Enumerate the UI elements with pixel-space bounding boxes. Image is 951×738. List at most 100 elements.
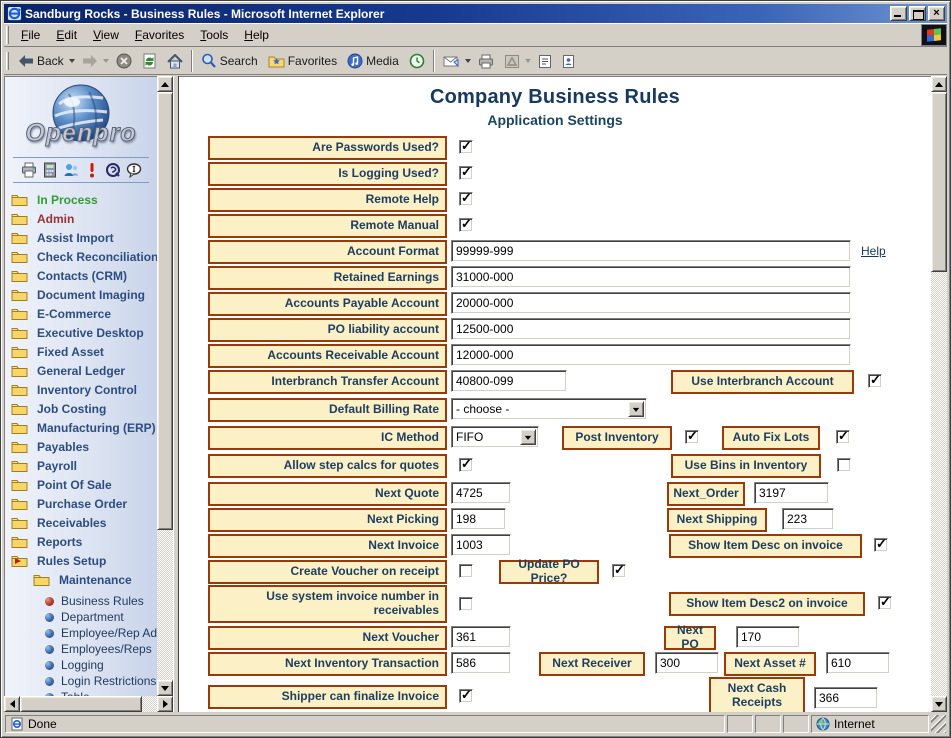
sidebar-bullet-item[interactable]: Employee/Rep Add <box>11 625 157 641</box>
sidebar-folder-item[interactable]: Check Reconciliation <box>11 247 157 266</box>
next-cash-receipts-input[interactable] <box>814 687 878 709</box>
next-asset-input[interactable] <box>826 652 890 674</box>
sidebar-bullet-item[interactable]: Department <box>11 609 157 625</box>
remote-manual-checkbox[interactable] <box>459 218 473 232</box>
query-icon[interactable] <box>105 162 121 178</box>
refresh-button[interactable] <box>137 49 162 73</box>
use-bins-checkbox[interactable] <box>837 458 851 472</box>
next-inventory-transaction-input[interactable] <box>451 652 511 674</box>
edit-button[interactable] <box>499 49 525 73</box>
sidebar-bullet-item[interactable]: Login Restrictions <box>11 673 157 689</box>
retained-earnings-input[interactable] <box>451 266 851 288</box>
history-button[interactable] <box>404 49 430 73</box>
next-receiver-input[interactable] <box>655 652 719 674</box>
account-format-input[interactable] <box>451 240 851 262</box>
dropdown-button[interactable] <box>520 429 536 445</box>
menu-item[interactable]: Tools <box>192 25 236 45</box>
maximize-button[interactable] <box>909 6 926 21</box>
are-passwords-used-checkbox[interactable] <box>459 140 473 154</box>
menu-item[interactable]: Help <box>236 25 277 45</box>
minimize-button[interactable] <box>890 6 907 21</box>
default-billing-rate-select[interactable]: - choose - <box>451 398 647 420</box>
favorites-button[interactable]: Favorites <box>263 49 342 73</box>
scroll-thumb[interactable] <box>157 92 173 530</box>
show-item-desc-checkbox[interactable] <box>874 538 888 552</box>
main-vertical-scrollbar[interactable] <box>931 76 947 712</box>
show-item-desc2-checkbox[interactable] <box>878 596 892 610</box>
sidebar-folder-item[interactable]: E-Commerce <box>11 304 157 323</box>
sidebar-folder-item[interactable]: Assist Import <box>11 228 157 247</box>
sidebar-bullet-item[interactable]: Logging <box>11 657 157 673</box>
sidebar-folder-item[interactable]: Manufacturing (ERP) <box>11 418 157 437</box>
sidebar-folder-item[interactable]: Admin <box>11 209 157 228</box>
dropdown-button[interactable] <box>628 401 644 417</box>
sidebar-folder-item[interactable]: Fixed Asset <box>11 342 157 361</box>
post-inventory-checkbox[interactable] <box>685 430 699 444</box>
is-logging-used-checkbox[interactable] <box>459 166 473 180</box>
use-interbranch-checkbox[interactable] <box>868 374 882 388</box>
next-po-input[interactable] <box>736 626 800 648</box>
accounts-payable-input[interactable] <box>451 292 851 314</box>
remote-help-checkbox[interactable] <box>459 192 473 206</box>
alert-icon[interactable] <box>84 162 100 178</box>
sidebar-horizontal-scrollbar[interactable] <box>4 696 173 712</box>
home-button[interactable] <box>162 49 188 73</box>
scroll-up-button[interactable] <box>931 76 947 92</box>
use-system-invoice-checkbox[interactable] <box>459 597 473 611</box>
create-voucher-checkbox[interactable] <box>459 564 473 578</box>
scroll-down-button[interactable] <box>931 696 947 712</box>
sidebar-folder-item[interactable]: Maintenance <box>11 570 157 589</box>
sidebar-folder-item[interactable]: Executive Desktop <box>11 323 157 342</box>
printer-icon[interactable] <box>21 162 37 178</box>
sidebar-folder-item[interactable]: Receivables <box>11 513 157 532</box>
auto-fix-lots-checkbox[interactable] <box>836 430 850 444</box>
next-picking-input[interactable] <box>451 508 506 530</box>
po-liability-input[interactable] <box>451 318 851 340</box>
back-button[interactable]: Back <box>13 49 69 73</box>
next-invoice-input[interactable] <box>451 534 511 556</box>
scroll-left-button[interactable] <box>4 696 20 712</box>
scroll-right-button[interactable] <box>157 696 173 712</box>
scroll-down-button[interactable] <box>157 680 173 696</box>
sidebar-folder-item[interactable]: Document Imaging <box>11 285 157 304</box>
toolbar-grip[interactable] <box>6 52 9 70</box>
sidebar-folder-item[interactable]: General Ledger <box>11 361 157 380</box>
sidebar-folder-item[interactable]: Payroll <box>11 456 157 475</box>
close-button[interactable]: × <box>928 6 945 21</box>
sidebar-vertical-scrollbar[interactable] <box>157 76 173 696</box>
discuss-button[interactable] <box>533 49 557 73</box>
sidebar-bullet-item[interactable]: Employees/Reps <box>11 641 157 657</box>
print-button[interactable] <box>473 49 499 73</box>
menu-grip[interactable] <box>6 26 9 44</box>
sidebar-folder-item[interactable]: Job Costing <box>11 399 157 418</box>
sidebar-folder-item[interactable]: Rules Setup <box>11 551 157 570</box>
menu-item[interactable]: Favorites <box>127 25 192 45</box>
interbranch-transfer-input[interactable] <box>451 370 567 392</box>
mail-dropdown[interactable] <box>465 59 471 66</box>
contacts-icon[interactable] <box>63 162 79 178</box>
ic-method-select[interactable]: FIFO <box>451 426 539 448</box>
update-po-price-checkbox[interactable] <box>612 564 626 578</box>
sidebar-folder-item[interactable]: Purchase Order <box>11 494 157 513</box>
calculator-icon[interactable] <box>42 162 58 178</box>
sidebar-folder-item[interactable]: Contacts (CRM) <box>11 266 157 285</box>
menu-item[interactable]: View <box>85 25 127 45</box>
next-voucher-input[interactable] <box>451 626 511 648</box>
forward-button[interactable] <box>77 49 103 73</box>
sidebar-folder-item[interactable]: Reports <box>11 532 157 551</box>
back-dropdown[interactable] <box>69 59 75 66</box>
stop-button[interactable] <box>111 49 137 73</box>
help-link[interactable]: Help <box>861 244 886 258</box>
next-order-input[interactable] <box>754 482 829 504</box>
sidebar-folder-item[interactable]: Point Of Sale <box>11 475 157 494</box>
shipper-finalize-checkbox[interactable] <box>459 689 473 703</box>
sidebar-bullet-item[interactable]: Table <box>11 689 157 696</box>
sidebar-folder-item[interactable]: Payables <box>11 437 157 456</box>
message-icon[interactable] <box>126 162 142 178</box>
sidebar-folder-item[interactable]: In Process <box>11 190 157 209</box>
accounts-receivable-input[interactable] <box>451 344 851 366</box>
scroll-up-button[interactable] <box>157 76 173 92</box>
resize-grip[interactable] <box>931 715 946 733</box>
forward-dropdown[interactable] <box>103 59 109 66</box>
sidebar-bullet-item[interactable]: Business Rules <box>11 593 157 609</box>
